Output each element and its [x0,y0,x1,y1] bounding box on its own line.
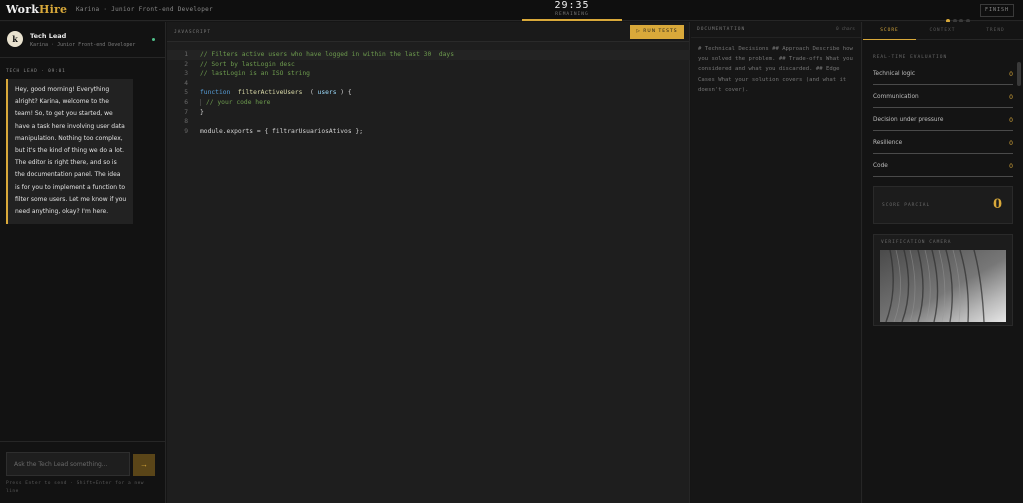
code-token: // Filters active users who have logged … [200,51,455,58]
code-token: } [200,108,204,116]
avatar: k [7,31,23,47]
code-line[interactable]: 2 // Sort by lastLogin desc [167,60,690,70]
documentation-panel: DOCUMENTATION 0 chars [691,22,862,503]
chat-message: Hey, good morning! Everything alright? K… [6,79,133,225]
timer: 29:35 REMAINING [522,0,622,21]
metric-label: Decision under pressure [873,117,944,123]
code-token: filterActiveUsers [234,89,307,97]
metric-label: Resilience [873,140,903,146]
code-line[interactable]: 1 // Filters active users who have logged… [167,50,690,60]
line-content[interactable]: // your code here [200,98,271,108]
evaluation-panel: SCORE CONTEXT TREND REAL-TIME EVALUATION T… [863,22,1023,503]
code-token: // Sort by lastLogin desc [200,60,295,68]
documentation-textarea[interactable] [698,44,856,104]
code-line[interactable]: 3 // lastLogin is an ISO string [167,69,690,79]
message-meta: TECH LEAD · 09:01 [6,69,66,74]
metric-value: 0 [1009,163,1013,170]
metric-row: Code 0 [873,163,1013,177]
code-token: // lastLogin is an ISO string [200,70,310,78]
chat-header: k Tech Lead Karina · Junior Front-end De… [0,22,165,58]
code-line[interactable]: 9 module.exports = { filtrarUsuariosAtivo… [167,127,690,137]
line-content[interactable]: } [200,108,204,118]
partial-score-label: SCORE PARCIAL [882,203,931,208]
metric-row: Technical logic 0 [873,71,1013,85]
line-content[interactable]: // Sort by lastLogin desc [200,60,295,70]
chat-input[interactable] [6,452,130,476]
realtime-title: REAL-TIME EVALUATION [873,55,948,60]
chat-subtitle: Karina · Junior Front-end Developer [30,42,136,48]
line-number: 5 [184,89,188,97]
tab-trend[interactable]: TREND [969,22,1022,40]
camera-feed [880,250,1006,322]
line-content[interactable]: module.exports = { filtrarUsuariosAtivos… [200,127,363,137]
docs-char-count: 0 chars [836,27,855,32]
camera-label: VERIFICATION CAMERA [881,240,952,245]
line-number: 6 [184,98,188,106]
code-token: users [317,89,337,97]
metric-row: Resilience 0 [873,140,1013,154]
metric-value: 0 [1009,94,1013,101]
line-number: 9 [184,127,188,135]
line-number: 2 [184,60,188,68]
metric-label: Communication [873,94,919,100]
code-area[interactable]: 1 // Filters active users who have logged… [167,50,690,136]
language-label: JAVASCRIPT [174,30,212,35]
code-line[interactable]: 5 function filterActiveUsers ( users ) { [167,88,690,98]
metric-row: Decision under pressure 0 [873,117,1013,131]
panel-scrollbar[interactable] [1017,62,1021,86]
verification-camera: VERIFICATION CAMERA [873,234,1013,326]
code-token: module.exports = { filtrarUsuariosAtivos… [200,127,364,135]
timer-value: 29:35 [554,0,590,11]
code-line[interactable]: 4 [167,79,690,89]
code-token: function [200,89,235,97]
chat-hint: Press Enter to send · Shift+Enter for a … [6,481,144,494]
chat-panel: k Tech Lead Karina · Junior Front-end De… [0,22,166,503]
session-info: Karina · Junior Front-end Developer [76,6,213,13]
line-number: 7 [184,108,188,116]
line-content[interactable]: // lastLogin is an ISO string [200,69,310,79]
chat-footer: → Press Enter to send · Shift+Enter for … [0,441,166,503]
tab-context[interactable]: CONTEXT [916,22,969,40]
metric-row: Communication 0 [873,94,1013,108]
code-line[interactable]: 7} [167,108,690,118]
camera-feed-image [880,250,1006,322]
metric-value: 0 [1009,140,1013,147]
partial-score-value: 0 [992,197,1002,212]
line-content[interactable]: function filterActiveUsers ( users ) { [200,88,352,98]
online-indicator-icon [152,38,155,41]
line-number: 4 [184,79,188,87]
metric-label: Code [873,163,888,169]
logo-main: Work [6,3,40,16]
chat-name: Tech Lead [30,32,67,40]
metric-label: Technical logic [873,71,916,77]
code-token: ( [306,89,318,97]
logo: WorkHire [6,3,67,16]
line-number: 8 [184,118,188,126]
finish-button[interactable]: FINISH [980,4,1014,17]
partial-score-card: SCORE PARCIAL 0 [873,186,1013,224]
line-content[interactable]: // Filters active users who have logged … [200,50,454,60]
tab-score[interactable]: SCORE [863,22,916,40]
top-bar: WorkHire Karina · Junior Front-end Devel… [0,0,1023,23]
line-number: 3 [184,70,188,78]
run-tests-button[interactable]: ▷ RUN TESTS [630,25,684,39]
logo-accent: Hire [39,3,68,16]
timer-label: REMAINING [555,12,589,17]
code-token: ) { [336,89,352,97]
docs-title: DOCUMENTATION [697,27,746,32]
metric-value: 0 [1009,117,1013,124]
line-number: 1 [184,51,188,58]
evaluation-tabs: SCORE CONTEXT TREND [863,22,1023,40]
send-button[interactable]: → [133,454,155,476]
code-editor[interactable]: JAVASCRIPT ▷ RUN TESTS 1 // Filters activ… [167,22,690,503]
code-line[interactable]: 8 [167,117,690,127]
code-line[interactable]: 6 // your code here [167,98,690,108]
editor-header: JAVASCRIPT ▷ RUN TESTS [167,22,689,42]
metric-value: 0 [1009,71,1013,78]
docs-header: DOCUMENTATION 0 chars [691,22,861,38]
code-token: // your code here [200,98,271,106]
